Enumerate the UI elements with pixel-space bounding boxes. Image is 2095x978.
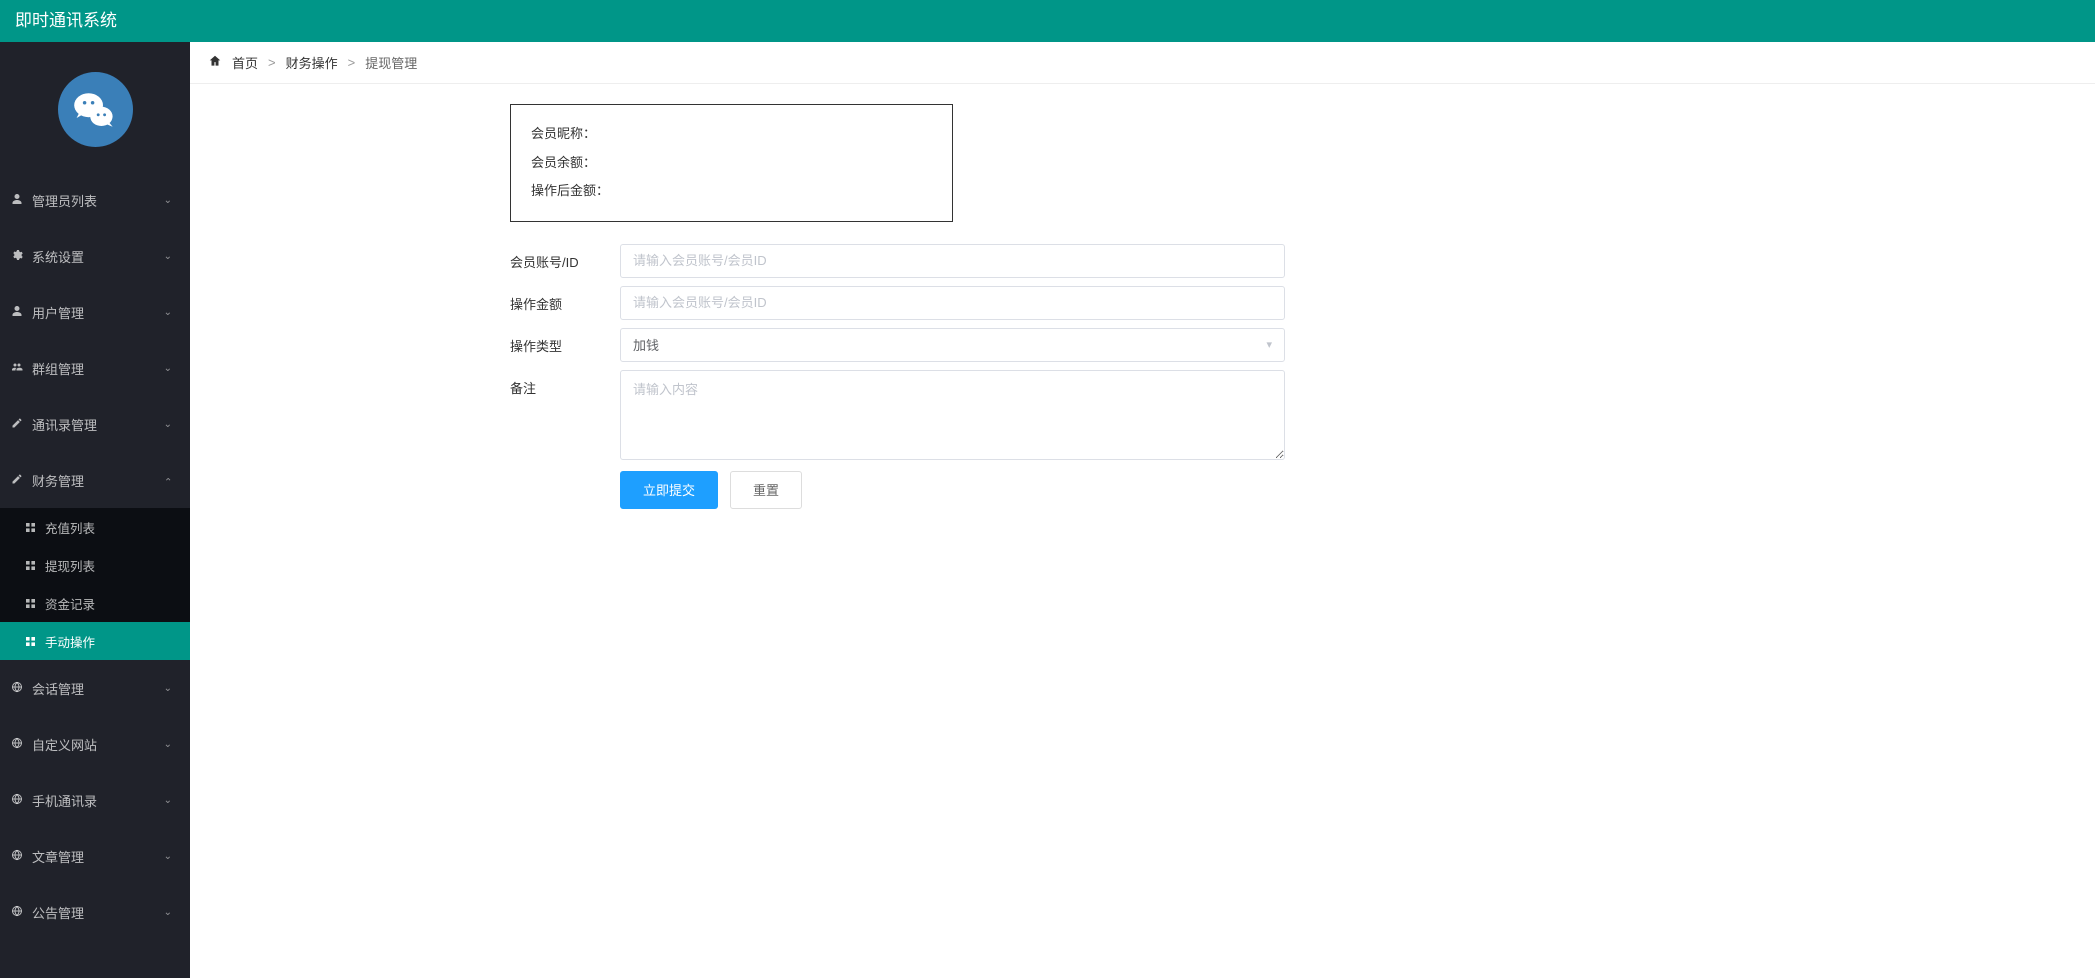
home-icon — [208, 54, 222, 71]
breadcrumb-current: 提现管理 — [365, 53, 417, 72]
gear-icon — [10, 249, 24, 264]
info-nickname-row: 会员昵称： — [531, 120, 932, 149]
nav-label: 群组管理 — [32, 359, 84, 378]
chevron-down-icon: ⌄ — [164, 195, 172, 206]
nav-label: 会话管理 — [32, 679, 84, 698]
edit-icon — [10, 417, 24, 432]
chevron-down-icon: ⌄ — [164, 251, 172, 262]
nav-item-1[interactable]: 系统设置 ⌄ — [0, 228, 190, 284]
info-balance-row: 会员余额： — [531, 149, 932, 178]
globe-icon — [10, 681, 24, 696]
globe-icon — [10, 849, 24, 864]
chevron-down-icon: ⌄ — [164, 739, 172, 750]
chevron-down-icon: ▾ — [1266, 338, 1272, 351]
breadcrumb-sep: > — [268, 55, 276, 70]
chevron-down-icon: ⌄ — [164, 475, 172, 486]
user-icon — [10, 305, 24, 320]
nav-label: 手机通讯录 — [32, 791, 97, 810]
sidebar: 管理员列表 ⌄ 系统设置 ⌄ 用户管理 ⌄ 群组管理 ⌄ 通讯录管理 ⌄ 财务管理 ⌄ 充值列表提现列表… — [0, 42, 190, 978]
reset-button[interactable]: 重置 — [730, 471, 802, 509]
nav-label: 自定义网站 — [32, 735, 97, 754]
sub-label: 资金记录 — [45, 594, 95, 613]
remark-textarea[interactable] — [620, 370, 1285, 460]
app-title: 即时通讯系统 — [15, 11, 117, 30]
user-icon — [10, 193, 24, 208]
sub-item-1[interactable]: 提现列表 — [0, 546, 190, 584]
main-area: 首页 > 财务操作 > 提现管理 会员昵称： 会员余额： 操作后金额： 会员账号… — [190, 42, 2095, 509]
info-after-amount-row: 操作后金额： — [531, 177, 932, 206]
nav-label: 系统设置 — [32, 247, 84, 266]
sub-label: 提现列表 — [45, 556, 95, 575]
sub-item-2[interactable]: 资金记录 — [0, 584, 190, 622]
chevron-down-icon: ⌄ — [164, 363, 172, 374]
list-icon — [25, 636, 35, 646]
chevron-down-icon: ⌄ — [164, 307, 172, 318]
app-logo — [58, 72, 133, 147]
list-icon — [25, 598, 35, 608]
breadcrumb-home[interactable]: 首页 — [232, 53, 258, 72]
nav-item-9[interactable]: 文章管理 ⌄ — [0, 828, 190, 884]
sub-item-0[interactable]: 充值列表 — [0, 508, 190, 546]
account-label: 会员账号/ID — [510, 244, 620, 271]
breadcrumb-section[interactable]: 财务操作 — [286, 53, 338, 72]
chevron-down-icon: ⌄ — [164, 419, 172, 430]
nav-item-4[interactable]: 通讯录管理 ⌄ — [0, 396, 190, 452]
chat-bubbles-icon — [71, 86, 119, 134]
type-select-value: 加钱 — [633, 335, 659, 354]
list-icon — [25, 522, 35, 532]
nav-label: 财务管理 — [32, 471, 84, 490]
submit-button[interactable]: 立即提交 — [620, 471, 718, 509]
account-input[interactable] — [620, 244, 1285, 278]
amount-input[interactable] — [620, 286, 1285, 320]
nav-item-0[interactable]: 管理员列表 ⌄ — [0, 172, 190, 228]
chevron-down-icon: ⌄ — [164, 907, 172, 918]
nav-item-3[interactable]: 群组管理 ⌄ — [0, 340, 190, 396]
manual-operate-form: 会员账号/ID 操作金额 操作类型 加钱 ▾ — [510, 244, 1285, 509]
amount-label: 操作金额 — [510, 286, 620, 313]
nav-item-2[interactable]: 用户管理 ⌄ — [0, 284, 190, 340]
logo-wrap — [0, 42, 190, 172]
sub-label: 手动操作 — [45, 632, 95, 651]
nav-item-5[interactable]: 财务管理 ⌄ — [0, 452, 190, 508]
globe-icon — [10, 737, 24, 752]
type-select[interactable]: 加钱 ▾ — [620, 328, 1285, 362]
chevron-down-icon: ⌄ — [164, 795, 172, 806]
users-icon — [10, 361, 24, 376]
globe-icon — [10, 905, 24, 920]
nav-item-6[interactable]: 会话管理 ⌄ — [0, 660, 190, 716]
nav-label: 通讯录管理 — [32, 415, 97, 434]
nav-label: 文章管理 — [32, 847, 84, 866]
sub-item-3[interactable]: 手动操作 — [0, 622, 190, 660]
breadcrumb: 首页 > 财务操作 > 提现管理 — [190, 42, 2095, 84]
sub-label: 充值列表 — [45, 518, 95, 537]
submenu: 充值列表提现列表资金记录手动操作 — [0, 508, 190, 660]
nav-item-8[interactable]: 手机通讯录 ⌄ — [0, 772, 190, 828]
nav-label: 管理员列表 — [32, 191, 97, 210]
chevron-down-icon: ⌄ — [164, 683, 172, 694]
breadcrumb-sep: > — [348, 55, 356, 70]
list-icon — [25, 560, 35, 570]
remark-label: 备注 — [510, 370, 620, 397]
nav-item-7[interactable]: 自定义网站 ⌄ — [0, 716, 190, 772]
edit-icon — [10, 473, 24, 488]
chevron-down-icon: ⌄ — [164, 851, 172, 862]
content: 会员昵称： 会员余额： 操作后金额： 会员账号/ID 操作金额 操作类型 — [190, 84, 2095, 509]
app-header: 即时通讯系统 — [0, 0, 2095, 42]
globe-icon — [10, 793, 24, 808]
member-info-card: 会员昵称： 会员余额： 操作后金额： — [510, 104, 953, 222]
nav-item-10[interactable]: 公告管理 ⌄ — [0, 884, 190, 940]
nav-label: 用户管理 — [32, 303, 84, 322]
nav-label: 公告管理 — [32, 903, 84, 922]
type-label: 操作类型 — [510, 328, 620, 355]
